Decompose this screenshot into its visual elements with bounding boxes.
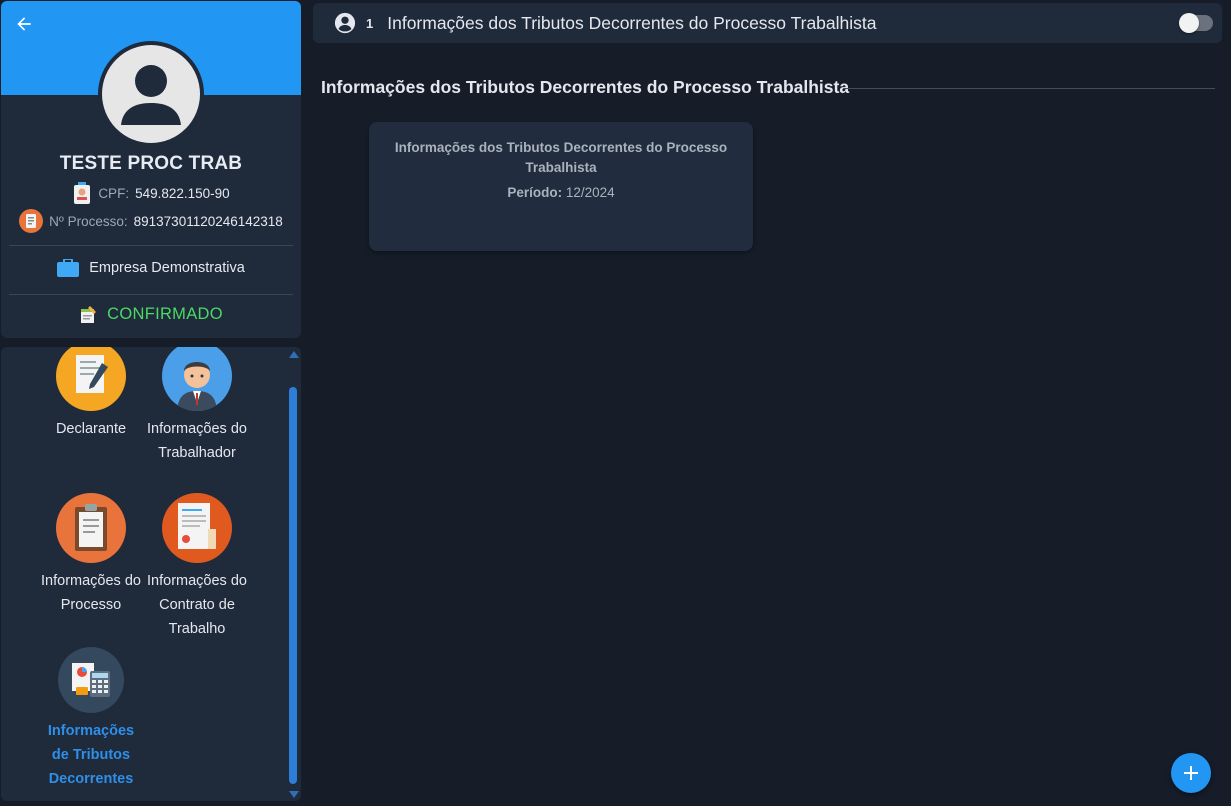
scroll-thumb[interactable]	[289, 387, 297, 784]
period-label: Período:	[507, 185, 563, 200]
menu-item-contrato[interactable]: Informações do Contrato de Trabalho	[147, 493, 247, 641]
company-row: Empresa Demonstrativa	[1, 259, 301, 277]
avatar	[98, 41, 204, 147]
status-badge: CONFIRMADO	[107, 305, 223, 323]
menu-item-processo[interactable]: Informações do Processo	[41, 493, 141, 617]
divider	[9, 294, 293, 295]
status-row: CONFIRMADO	[1, 305, 301, 324]
process-label: Nº Processo:	[49, 213, 128, 229]
contract-icon	[178, 503, 216, 549]
toggle-knob	[1179, 13, 1199, 33]
cpf-label: CPF:	[98, 185, 130, 201]
back-button[interactable]	[11, 11, 37, 37]
menu-item-tributos[interactable]: Informações de Tributos Decorrentes	[41, 647, 141, 791]
app-root: TESTE PROC TRAB CPF: 549.822.150-90 Nº P…	[0, 0, 1231, 806]
section-title: Informações dos Tributos Decorrentes do …	[321, 77, 850, 97]
briefcase-icon	[57, 259, 80, 277]
status-document-icon	[81, 305, 97, 323]
menu-item-label: Informações do Trabalhador	[147, 421, 247, 461]
account-circle-icon	[334, 12, 356, 34]
period-value: 12/2024	[565, 185, 615, 200]
arrow-left-icon	[17, 17, 31, 31]
record-number: 1	[366, 15, 374, 31]
menu-scrollbar[interactable]	[288, 347, 300, 801]
menu-item-label: Declarante	[55, 421, 127, 437]
view-toggle[interactable]	[1179, 13, 1213, 33]
menu-item-label: Informações do Processo	[41, 573, 141, 613]
cpf-row: CPF: 549.822.150-90	[1, 182, 301, 204]
process-value: 89137301120246142318	[133, 213, 283, 229]
scroll-down-arrow-icon[interactable]	[289, 791, 299, 798]
process-row: Nº Processo: 89137301120246142318	[1, 209, 301, 233]
section-divider	[843, 88, 1215, 89]
top-bar-title: Informações dos Tributos Decorrentes do …	[387, 12, 877, 33]
menu-item-label: Informações do Contrato de Trabalho	[147, 573, 247, 637]
top-bar: 1 Informações dos Tributos Decorrentes d…	[313, 3, 1222, 43]
menu-item-trabalhador[interactable]: Informações do Trabalhador	[147, 347, 247, 465]
menu-panel: Declarante Informações do Trabalhador In…	[1, 347, 301, 801]
record-title: Informações dos Tributos Decorrentes do …	[394, 140, 728, 175]
profile-card: TESTE PROC TRAB CPF: 549.822.150-90 Nº P…	[1, 1, 301, 338]
scroll-up-arrow-icon[interactable]	[289, 351, 299, 358]
plus-icon	[1184, 766, 1198, 780]
calculator-icon	[72, 663, 110, 697]
id-badge-icon	[74, 182, 91, 204]
record-period: Período: 12/2024	[369, 185, 753, 200]
user-avatar-icon	[121, 65, 181, 125]
menu-item-label: Informações de Tributos Decorrentes	[47, 723, 135, 787]
document-pen-icon	[76, 355, 108, 393]
divider	[9, 245, 293, 246]
company-name: Empresa Demonstrativa	[89, 260, 245, 276]
cpf-value: 549.822.150-90	[135, 185, 230, 201]
add-button[interactable]	[1171, 753, 1211, 793]
clipboard-icon	[75, 504, 107, 551]
record-card[interactable]: Informações dos Tributos Decorrentes do …	[369, 122, 753, 251]
menu-item-declarante[interactable]: Declarante	[41, 347, 141, 441]
profile-name: TESTE PROC TRAB	[59, 153, 243, 174]
process-document-icon	[19, 209, 44, 233]
worker-icon	[177, 362, 217, 411]
